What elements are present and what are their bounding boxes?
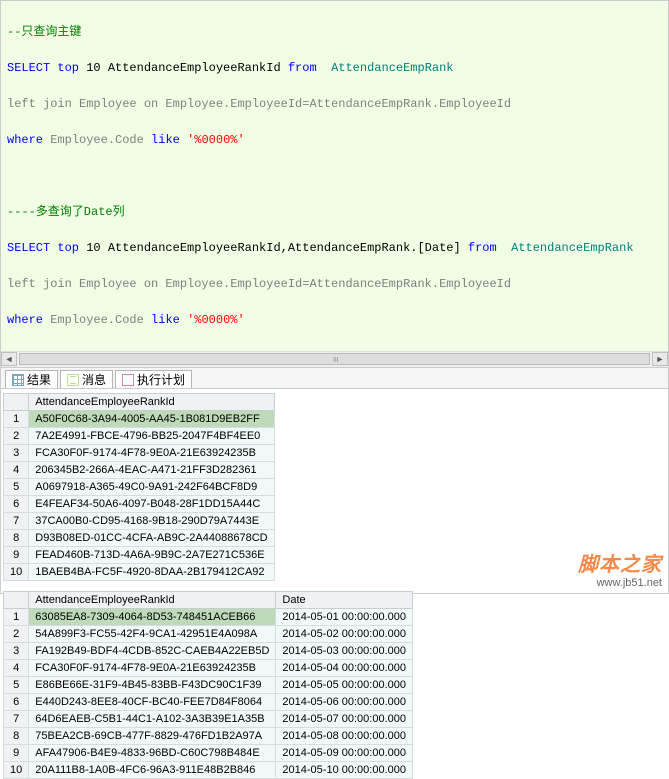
column-header[interactable]: AttendanceEmployeeRankId	[29, 394, 274, 411]
table-row[interactable]: 764D6EAEB-C5B1-44C1-A102-3A3B39E1A35B201…	[4, 711, 413, 728]
row-number[interactable]: 3	[4, 445, 29, 462]
cell[interactable]: 2014-05-09 00:00:00.000	[276, 745, 413, 762]
row-number[interactable]: 6	[4, 694, 29, 711]
row-number[interactable]: 4	[4, 660, 29, 677]
scroll-right-button[interactable]: ►	[652, 352, 668, 366]
cell[interactable]: 2014-05-04 00:00:00.000	[276, 660, 413, 677]
cell[interactable]: 75BEA2CB-69CB-477F-8829-476FD1B2A97A	[29, 728, 276, 745]
row-number[interactable]: 10	[4, 762, 29, 779]
cell[interactable]: 2014-05-01 00:00:00.000	[276, 609, 413, 626]
sql-comment: ----多查询了Date列	[7, 205, 125, 219]
grid-icon	[12, 374, 24, 386]
cell[interactable]: 2014-05-03 00:00:00.000	[276, 643, 413, 660]
cell[interactable]: 64D6EAEB-C5B1-44C1-A102-3A3B39E1A35B	[29, 711, 276, 728]
table-row[interactable]: 5E86BE66E-31F9-4B45-83BB-F43DC90C1F39201…	[4, 677, 413, 694]
tab-results[interactable]: 结果	[5, 370, 58, 388]
table-row[interactable]: 9FEAD460B-713D-4A6A-9B9C-2A7E271C536E	[4, 547, 275, 564]
row-number[interactable]: 8	[4, 728, 29, 745]
cell[interactable]: 2014-05-10 00:00:00.000	[276, 762, 413, 779]
cell[interactable]: A50F0C68-3A94-4005-AA45-1B081D9EB2FF	[29, 411, 274, 428]
results-grid-2[interactable]: AttendanceEmployeeRankIdDate163085EA8-73…	[3, 591, 413, 779]
row-number[interactable]: 7	[4, 711, 29, 728]
cell[interactable]: 54A899F3-FC55-42F4-9CA1-42951E4A098A	[29, 626, 276, 643]
table-row[interactable]: 9AFA47906-B4E9-4833-96BD-C60C798B484E201…	[4, 745, 413, 762]
horizontal-scrollbar[interactable]: ◄ ►	[1, 351, 668, 367]
cell[interactable]: E86BE66E-31F9-4B45-83BB-F43DC90C1F39	[29, 677, 276, 694]
cell[interactable]: 2014-05-08 00:00:00.000	[276, 728, 413, 745]
row-number[interactable]: 7	[4, 513, 29, 530]
cell[interactable]: 7A2E4991-FBCE-4796-BB25-2047F4BF4EE0	[29, 428, 274, 445]
table-row[interactable]: 8D93B08ED-01CC-4CFA-AB9C-2A44088678CD	[4, 530, 275, 547]
table-row[interactable]: 3FCA30F0F-9174-4F78-9E0A-21E63924235B	[4, 445, 275, 462]
table-row[interactable]: 6E4FEAF34-50A6-4097-B048-28F1DD15A44C	[4, 496, 275, 513]
row-number[interactable]: 4	[4, 462, 29, 479]
scroll-thumb[interactable]	[19, 353, 650, 365]
scroll-left-button[interactable]: ◄	[1, 352, 17, 366]
table-row[interactable]: 254A899F3-FC55-42F4-9CA1-42951E4A098A201…	[4, 626, 413, 643]
table-row[interactable]: 875BEA2CB-69CB-477F-8829-476FD1B2A97A201…	[4, 728, 413, 745]
message-icon	[67, 374, 79, 386]
row-number[interactable]: 5	[4, 479, 29, 496]
row-number[interactable]: 1	[4, 609, 29, 626]
row-number[interactable]: 10	[4, 564, 29, 581]
table-row[interactable]: 6E440D243-8EE8-40CF-BC40-FEE7D84F8064201…	[4, 694, 413, 711]
results-grid-1[interactable]: AttendanceEmployeeRankId1A50F0C68-3A94-4…	[3, 393, 275, 581]
cell[interactable]: 206345B2-266A-4EAC-A471-21FF3D282361	[29, 462, 274, 479]
cell[interactable]: 2014-05-05 00:00:00.000	[276, 677, 413, 694]
cell[interactable]: 37CA00B0-CD95-4168-9B18-290D79A7443E	[29, 513, 274, 530]
results-tab-strip: 结果 消息 执行计划	[1, 367, 668, 389]
table-header-row: AttendanceEmployeeRankIdDate	[4, 592, 413, 609]
column-header[interactable]: Date	[276, 592, 413, 609]
table-row[interactable]: 1A50F0C68-3A94-4005-AA45-1B081D9EB2FF	[4, 411, 275, 428]
cell[interactable]: E440D243-8EE8-40CF-BC40-FEE7D84F8064	[29, 694, 276, 711]
table-row[interactable]: 163085EA8-7309-4064-8D53-748451ACEB66201…	[4, 609, 413, 626]
column-header[interactable]: AttendanceEmployeeRankId	[29, 592, 276, 609]
cell[interactable]: AFA47906-B4E9-4833-96BD-C60C798B484E	[29, 745, 276, 762]
cell[interactable]: 1BAEB4BA-FC5F-4920-8DAA-2B179412CA92	[29, 564, 274, 581]
row-number[interactable]: 6	[4, 496, 29, 513]
cell[interactable]: D93B08ED-01CC-4CFA-AB9C-2A44088678CD	[29, 530, 274, 547]
cell[interactable]: FEAD460B-713D-4A6A-9B9C-2A7E271C536E	[29, 547, 274, 564]
table-row[interactable]: 3FA192B49-BDF4-4CDB-852C-CAEB4A22EB5D201…	[4, 643, 413, 660]
table-row[interactable]: 1020A111B8-1A0B-4FC6-96A3-911E48B2B84620…	[4, 762, 413, 779]
sql-comment: --只查询主键	[7, 25, 81, 39]
plan-icon	[122, 374, 134, 386]
row-number[interactable]: 3	[4, 643, 29, 660]
cell[interactable]: FA192B49-BDF4-4CDB-852C-CAEB4A22EB5D	[29, 643, 276, 660]
row-header-corner	[4, 592, 29, 609]
results-pane: AttendanceEmployeeRankId1A50F0C68-3A94-4…	[1, 389, 668, 779]
cell[interactable]: 20A111B8-1A0B-4FC6-96A3-911E48B2B846	[29, 762, 276, 779]
row-number[interactable]: 9	[4, 745, 29, 762]
cell[interactable]: A0697918-A365-49C0-9A91-242F64BCF8D9	[29, 479, 274, 496]
tab-messages[interactable]: 消息	[60, 370, 113, 388]
cell[interactable]: 2014-05-06 00:00:00.000	[276, 694, 413, 711]
tab-execution-plan[interactable]: 执行计划	[115, 370, 192, 388]
table-row[interactable]: 737CA00B0-CD95-4168-9B18-290D79A7443E	[4, 513, 275, 530]
cell[interactable]: E4FEAF34-50A6-4097-B048-28F1DD15A44C	[29, 496, 274, 513]
cell[interactable]: FCA30F0F-9174-4F78-9E0A-21E63924235B	[29, 445, 274, 462]
row-number[interactable]: 1	[4, 411, 29, 428]
row-number[interactable]: 2	[4, 428, 29, 445]
table-row[interactable]: 4206345B2-266A-4EAC-A471-21FF3D282361	[4, 462, 275, 479]
table-header-row: AttendanceEmployeeRankId	[4, 394, 275, 411]
sql-editor[interactable]: --只查询主键 SELECT top 10 AttendanceEmployee…	[1, 1, 668, 351]
table-row[interactable]: 27A2E4991-FBCE-4796-BB25-2047F4BF4EE0	[4, 428, 275, 445]
cell[interactable]: 2014-05-02 00:00:00.000	[276, 626, 413, 643]
cell[interactable]: FCA30F0F-9174-4F78-9E0A-21E63924235B	[29, 660, 276, 677]
table-row[interactable]: 4FCA30F0F-9174-4F78-9E0A-21E63924235B201…	[4, 660, 413, 677]
cell[interactable]: 2014-05-07 00:00:00.000	[276, 711, 413, 728]
cell[interactable]: 63085EA8-7309-4064-8D53-748451ACEB66	[29, 609, 276, 626]
row-number[interactable]: 5	[4, 677, 29, 694]
row-number[interactable]: 2	[4, 626, 29, 643]
table-row[interactable]: 101BAEB4BA-FC5F-4920-8DAA-2B179412CA92	[4, 564, 275, 581]
row-number[interactable]: 8	[4, 530, 29, 547]
row-number[interactable]: 9	[4, 547, 29, 564]
table-row[interactable]: 5A0697918-A365-49C0-9A91-242F64BCF8D9	[4, 479, 275, 496]
row-header-corner	[4, 394, 29, 411]
